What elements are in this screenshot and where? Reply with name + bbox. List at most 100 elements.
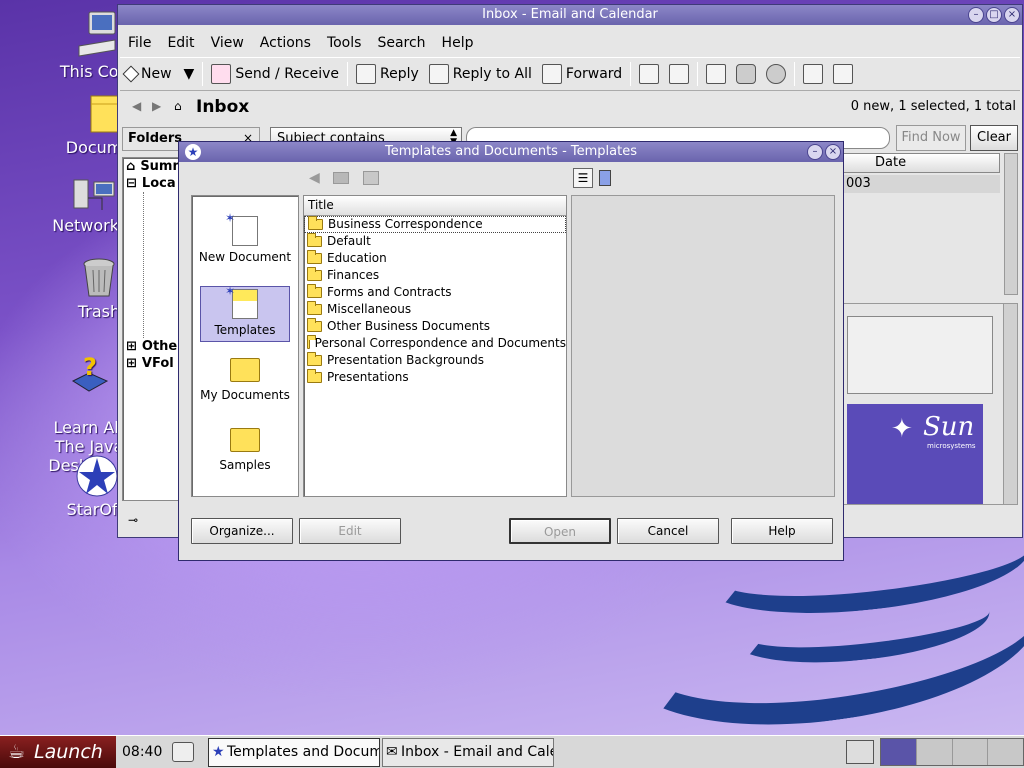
find-now-button[interactable]: Find Now bbox=[896, 125, 966, 151]
nav-templates[interactable]: ✶ Templates bbox=[200, 284, 290, 342]
list-item[interactable]: Miscellaneous bbox=[304, 301, 566, 318]
up-folder-icon[interactable] bbox=[333, 172, 349, 184]
clock[interactable]: 08:40 bbox=[122, 744, 162, 760]
preview-scrollbar[interactable] bbox=[1003, 304, 1017, 504]
folder-icon bbox=[307, 352, 322, 366]
list-item[interactable]: Forms and Contracts bbox=[304, 284, 566, 301]
close-button[interactable]: × bbox=[825, 144, 841, 160]
list-header-label: Title bbox=[308, 198, 334, 212]
folder-icon bbox=[307, 318, 322, 332]
menu-help[interactable]: Help bbox=[434, 35, 482, 51]
delete-button[interactable] bbox=[731, 60, 761, 88]
back-arrow-icon[interactable]: ◀ bbox=[132, 99, 141, 113]
send-receive-button[interactable]: Send / Receive bbox=[206, 60, 344, 88]
message-row[interactable]: 003 bbox=[842, 175, 1000, 193]
notification-icon[interactable] bbox=[172, 742, 194, 762]
previous-button[interactable] bbox=[798, 60, 828, 88]
reply-all-button[interactable]: Reply to All bbox=[424, 60, 537, 88]
preview-pane: ✦ Sun microsystems bbox=[842, 303, 1018, 505]
reply-button[interactable]: Reply bbox=[351, 60, 424, 88]
minimize-button[interactable]: – bbox=[968, 7, 984, 23]
menu-actions[interactable]: Actions bbox=[252, 35, 319, 51]
new-icon bbox=[122, 65, 140, 83]
previous-icon bbox=[803, 64, 824, 84]
back-icon[interactable]: ◀ bbox=[309, 170, 320, 186]
list-item[interactable]: Education bbox=[304, 250, 566, 267]
document-properties-icon[interactable] bbox=[599, 170, 611, 186]
stop-button[interactable] bbox=[761, 60, 791, 88]
preview-mode-icon[interactable]: ☰ bbox=[573, 168, 593, 188]
maximize-button[interactable]: □ bbox=[986, 7, 1002, 23]
move-button[interactable] bbox=[634, 60, 664, 88]
workspace-2[interactable] bbox=[916, 739, 953, 765]
open-button[interactable]: Open bbox=[509, 518, 611, 544]
tree-summary[interactable]: ⌂ Summ bbox=[123, 158, 186, 175]
launch-button[interactable]: ☕ Launch bbox=[0, 736, 116, 768]
svg-text:?: ? bbox=[83, 353, 97, 381]
computer-icon bbox=[78, 11, 116, 57]
folder-inbox-icon: ⌂ bbox=[174, 99, 182, 113]
trash-icon bbox=[736, 64, 757, 84]
forward-button[interactable]: Forward bbox=[537, 60, 627, 88]
copy-button[interactable] bbox=[664, 60, 694, 88]
print-button[interactable] bbox=[701, 60, 731, 88]
list-item[interactable]: Personal Correspondence and Documents bbox=[304, 335, 566, 352]
list-item[interactable]: Business Correspondence bbox=[304, 216, 566, 233]
minimize-button[interactable]: – bbox=[807, 144, 823, 160]
nav-new-document[interactable]: ✶ New Document bbox=[196, 211, 294, 272]
reply-all-label: Reply to All bbox=[452, 66, 532, 82]
message-list-scrollbar[interactable] bbox=[1004, 153, 1018, 295]
list-item[interactable]: Other Business Documents bbox=[304, 318, 566, 335]
menu-tools[interactable]: Tools bbox=[319, 35, 370, 51]
close-button[interactable]: × bbox=[1004, 7, 1020, 23]
menu-edit[interactable]: Edit bbox=[159, 35, 202, 51]
organize-button[interactable]: Organize... bbox=[191, 518, 293, 544]
list-header-title[interactable]: Title bbox=[304, 196, 566, 216]
launch-label: Launch bbox=[34, 741, 103, 763]
send-receive-label: Send / Receive bbox=[235, 66, 340, 82]
open-label: Open bbox=[543, 525, 577, 539]
status-bar: ⊸ bbox=[122, 509, 182, 533]
task-templates-dialog[interactable]: ★ Templates and Docume bbox=[208, 738, 380, 767]
tree-label: Othe bbox=[141, 339, 178, 354]
clear-button[interactable]: Clear bbox=[970, 125, 1018, 151]
folder-icon bbox=[307, 284, 322, 298]
list-item[interactable]: Default bbox=[304, 233, 566, 250]
email-window-titlebar[interactable]: Inbox - Email and Calendar – □ × bbox=[118, 5, 1022, 25]
menu-search[interactable]: Search bbox=[369, 35, 433, 51]
new-document-icon: ✶ bbox=[225, 211, 258, 246]
connection-icon: ⊸ bbox=[128, 513, 139, 527]
cancel-button[interactable]: Cancel bbox=[617, 518, 719, 544]
nav-samples[interactable]: Samples bbox=[196, 428, 294, 484]
task-email-window[interactable]: ✉ Inbox - Email and Calen bbox=[382, 738, 554, 767]
tree-other[interactable]: ⊞ Othe bbox=[123, 338, 183, 355]
workspace-3[interactable] bbox=[952, 739, 989, 765]
workspace-4[interactable] bbox=[988, 739, 1023, 765]
list-item[interactable]: Presentations bbox=[304, 369, 566, 386]
staroffice-icon bbox=[76, 455, 118, 497]
list-item[interactable]: Presentation Backgrounds bbox=[304, 352, 566, 369]
window-title: Inbox - Email and Calendar bbox=[482, 7, 658, 22]
send-receive-icon bbox=[211, 64, 232, 84]
my-documents-icon bbox=[230, 358, 260, 382]
new-button[interactable]: New ▼ bbox=[120, 60, 199, 88]
list-item-label: Personal Correspondence and Documents bbox=[314, 336, 566, 350]
tree-vfolders[interactable]: ⊞ VFol bbox=[123, 355, 183, 372]
edit-button[interactable]: Edit bbox=[299, 518, 401, 544]
workspace-switcher[interactable] bbox=[880, 738, 1024, 766]
list-item-label: Business Correspondence bbox=[328, 217, 483, 231]
dialog-titlebar[interactable]: ★ Templates and Documents - Templates – … bbox=[179, 142, 843, 162]
print-icon[interactable] bbox=[363, 171, 379, 185]
nav-my-documents[interactable]: My Documents bbox=[196, 358, 294, 414]
date-column-header[interactable]: Date bbox=[842, 153, 1000, 173]
next-button[interactable] bbox=[828, 60, 858, 88]
workspace-1[interactable] bbox=[881, 739, 917, 765]
tree-local[interactable]: ⊟ Loca bbox=[123, 175, 183, 192]
clear-label: Clear bbox=[977, 130, 1011, 145]
list-item[interactable]: Finances bbox=[304, 267, 566, 284]
forward-arrow-icon[interactable]: ▶ bbox=[152, 99, 161, 113]
show-desktop-icon[interactable] bbox=[846, 740, 874, 764]
help-button[interactable]: Help bbox=[731, 518, 833, 544]
menu-view[interactable]: View bbox=[203, 35, 252, 51]
menu-file[interactable]: File bbox=[120, 35, 159, 51]
